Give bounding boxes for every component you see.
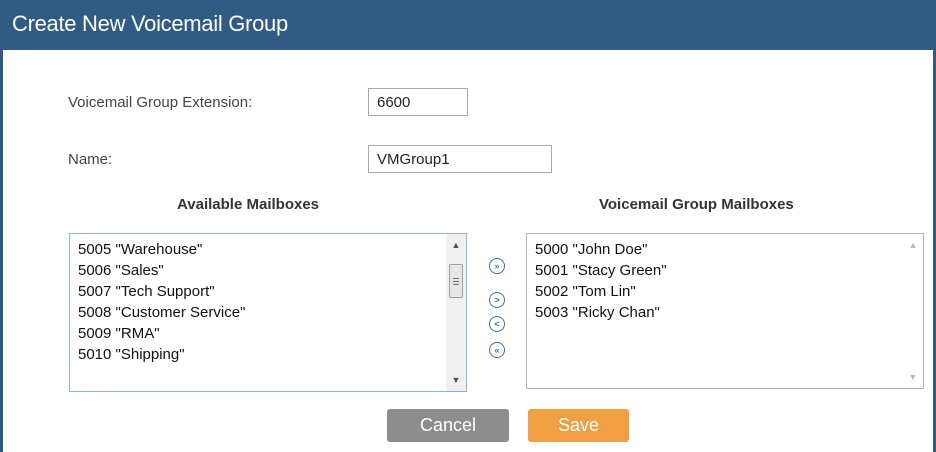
scroll-up-icon[interactable]: ▲ bbox=[903, 236, 923, 254]
move-right-icon[interactable]: > bbox=[489, 292, 505, 308]
scroll-up-icon[interactable]: ▲ bbox=[446, 236, 466, 254]
list-item[interactable]: 5009 "RMA" bbox=[78, 323, 245, 344]
list-item[interactable]: 5006 "Sales" bbox=[78, 260, 245, 281]
move-left-icon[interactable]: < bbox=[489, 316, 505, 332]
list-item[interactable]: 5003 "Ricky Chan" bbox=[535, 302, 667, 323]
list-item[interactable]: 5010 "Shipping" bbox=[78, 344, 245, 365]
list-item[interactable]: 5007 "Tech Support" bbox=[78, 281, 245, 302]
group-items: 5000 "John Doe" 5001 "Stacy Green" 5002 … bbox=[535, 239, 667, 323]
list-item[interactable]: 5000 "John Doe" bbox=[535, 239, 667, 260]
available-items: 5005 "Warehouse" 5006 "Sales" 5007 "Tech… bbox=[78, 239, 245, 365]
name-field[interactable] bbox=[368, 145, 552, 173]
list-item[interactable]: 5002 "Tom Lin" bbox=[535, 281, 667, 302]
dialog-left-border bbox=[0, 50, 3, 452]
group-scrollbar[interactable]: ▲ ▼ bbox=[903, 234, 923, 388]
move-all-right-icon[interactable]: » bbox=[489, 258, 505, 274]
list-item[interactable]: 5005 "Warehouse" bbox=[78, 239, 245, 260]
list-item[interactable]: 5008 "Customer Service" bbox=[78, 302, 245, 323]
dialog-title: Create New Voicemail Group bbox=[12, 11, 288, 36]
dialog-header: Create New Voicemail Group bbox=[0, 0, 936, 50]
available-scrollbar[interactable]: ▲ ▼ bbox=[446, 234, 466, 391]
group-mailboxes-title: Voicemail Group Mailboxes bbox=[599, 196, 794, 213]
thumb-grip bbox=[453, 284, 459, 285]
available-mailboxes-title: Available Mailboxes bbox=[177, 196, 320, 213]
available-mailboxes-list[interactable]: 5005 "Warehouse" 5006 "Sales" 5007 "Tech… bbox=[69, 233, 467, 392]
thumb-grip bbox=[453, 281, 459, 282]
thumb-grip bbox=[453, 278, 459, 279]
name-label: Name: bbox=[68, 151, 113, 168]
scroll-down-icon[interactable]: ▼ bbox=[446, 371, 466, 389]
group-mailboxes-list[interactable]: 5000 "John Doe" 5001 "Stacy Green" 5002 … bbox=[526, 233, 924, 389]
extension-field[interactable] bbox=[368, 88, 468, 116]
extension-label: Voicemail Group Extension: bbox=[68, 94, 253, 111]
list-item[interactable]: 5001 "Stacy Green" bbox=[535, 260, 667, 281]
move-all-left-icon[interactable]: « bbox=[489, 342, 505, 358]
scroll-thumb[interactable] bbox=[449, 264, 463, 298]
scroll-down-icon[interactable]: ▼ bbox=[903, 368, 923, 386]
cancel-button[interactable]: Cancel bbox=[387, 409, 509, 442]
save-button[interactable]: Save bbox=[528, 409, 629, 442]
